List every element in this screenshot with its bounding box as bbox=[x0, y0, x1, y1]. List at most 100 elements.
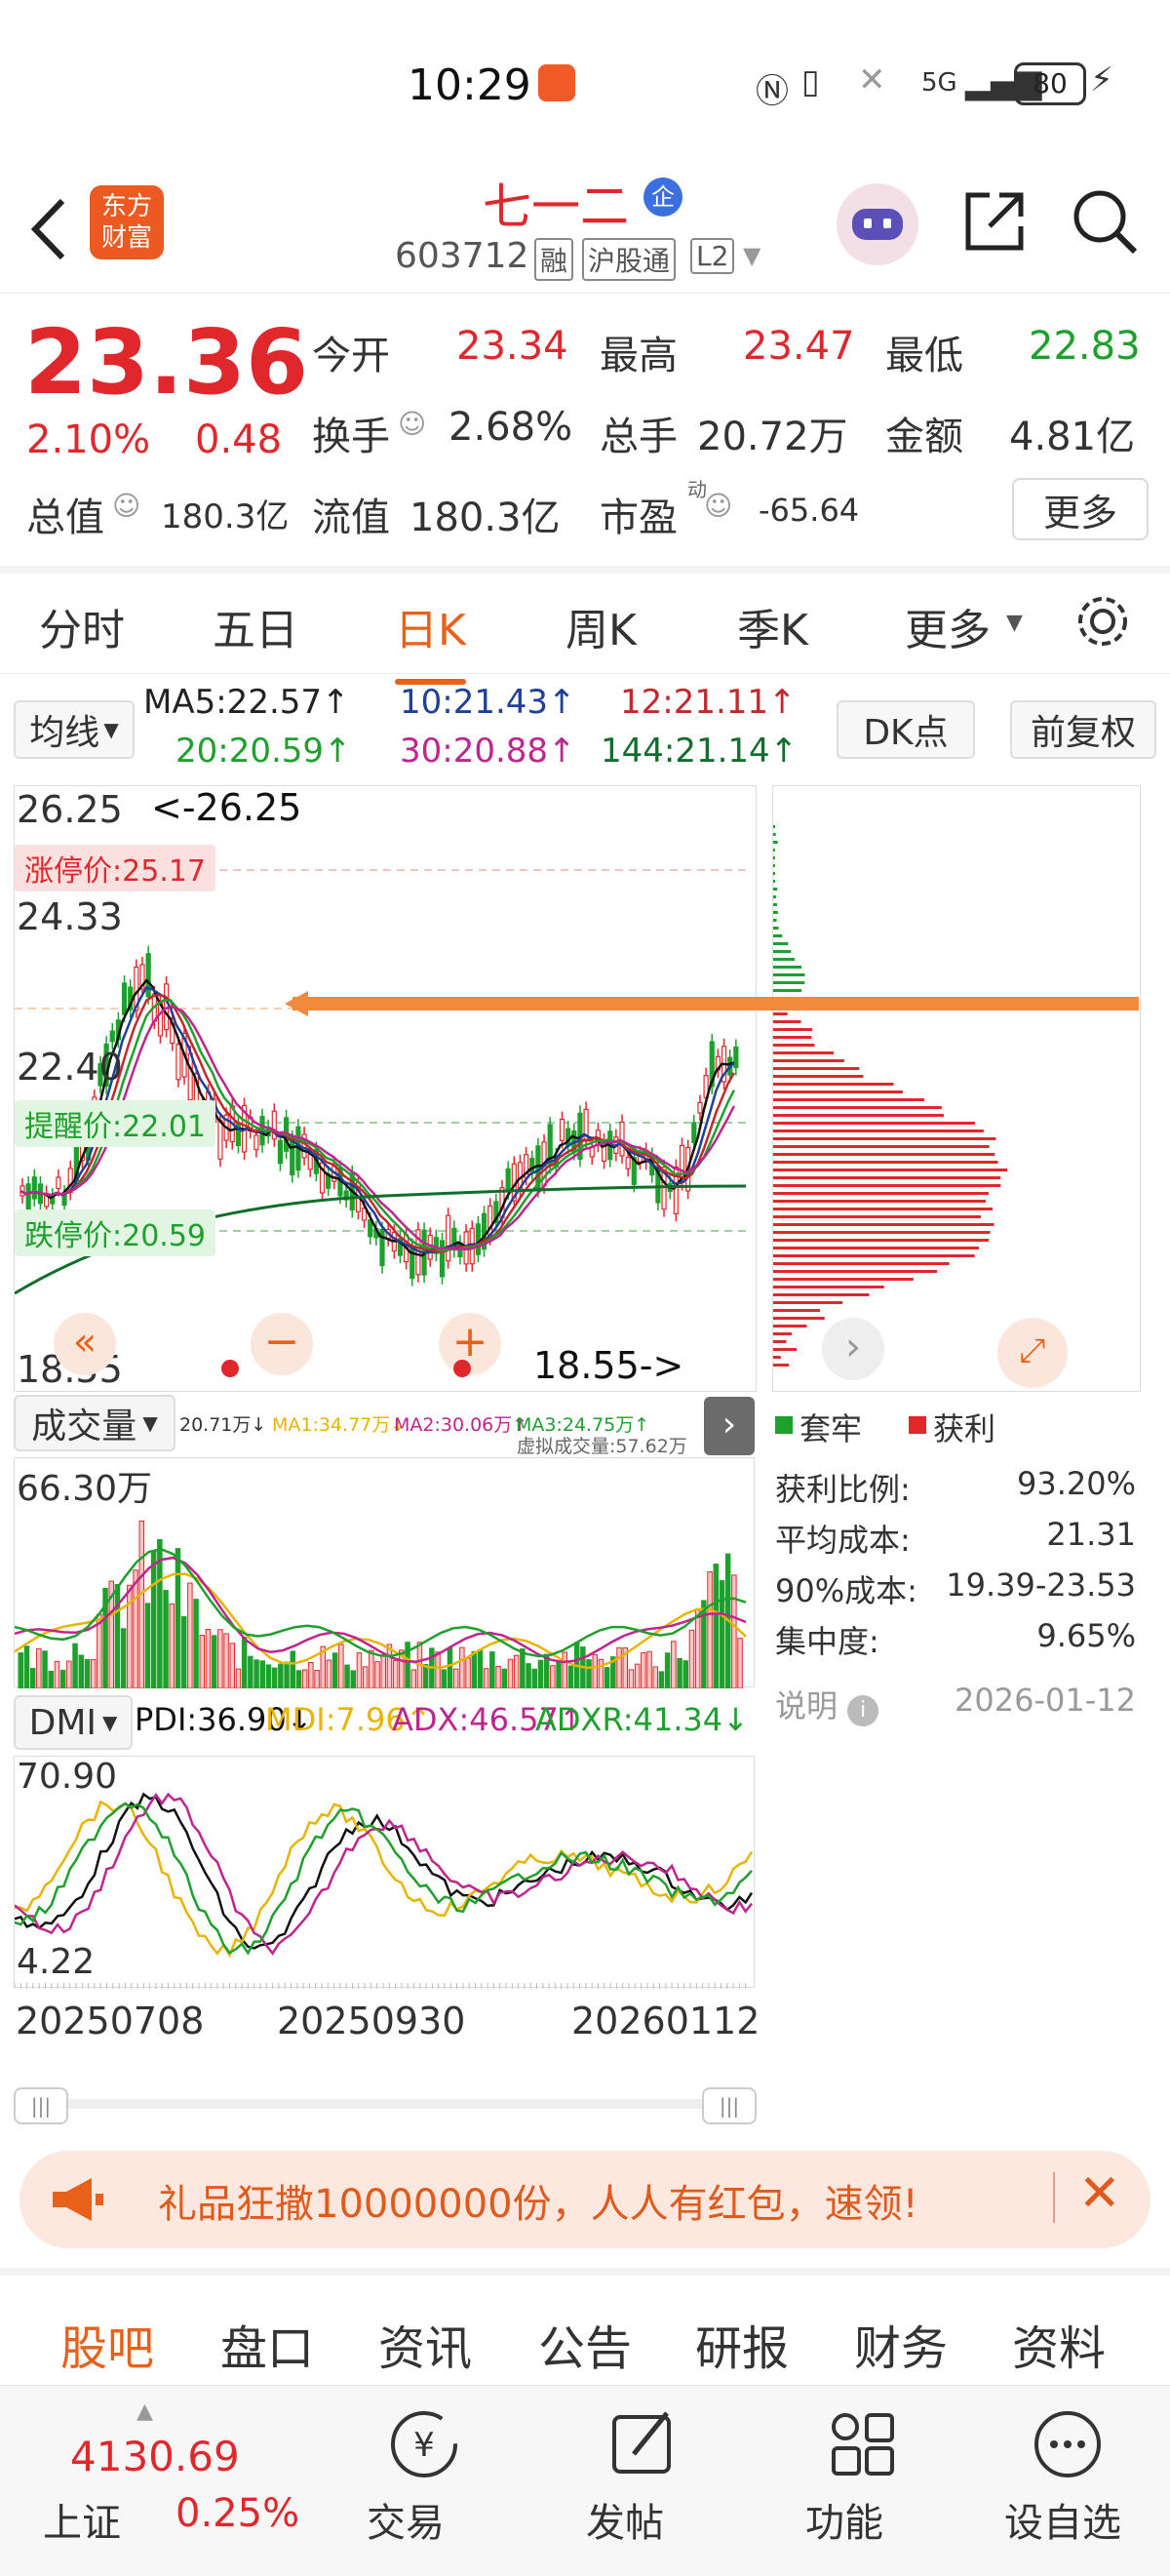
back-icon[interactable] bbox=[27, 195, 70, 263]
chip-bar bbox=[773, 1254, 975, 1257]
expand-icon[interactable]: ⤢ bbox=[997, 1318, 1068, 1388]
add-watchlist-button[interactable]: 设自选 bbox=[985, 2386, 1150, 2576]
chip-distribution[interactable]: › ⤢ bbox=[772, 785, 1141, 1392]
volume-bar bbox=[138, 1520, 144, 1688]
volume-chart[interactable]: 66.30万 bbox=[14, 1457, 755, 1688]
scroll-left-icon[interactable]: « bbox=[54, 1313, 116, 1375]
tab-forum[interactable]: 股吧 bbox=[60, 2310, 155, 2403]
chip-bar bbox=[773, 981, 805, 984]
change-percent: 2.10% bbox=[26, 417, 151, 462]
low-label: 最低 bbox=[885, 334, 963, 378]
chip-scroll-icon[interactable]: › bbox=[822, 1318, 884, 1380]
limit-down-label: 跌停价:20.59 bbox=[15, 1209, 215, 1256]
volume-bar bbox=[586, 1659, 592, 1688]
chip-note-row: 说明 i 2026-01-12 bbox=[775, 1682, 1136, 1726]
brand-logo[interactable]: 东方 财富 bbox=[90, 185, 164, 259]
volume-bar bbox=[641, 1652, 646, 1688]
chip-stat-label: 获利比例: bbox=[775, 1471, 911, 1508]
event-dot[interactable] bbox=[453, 1360, 471, 1377]
info-icon[interactable]: ☺ bbox=[112, 490, 140, 522]
tab-intraday[interactable]: 分时 bbox=[39, 595, 125, 657]
dmi-chart[interactable]: 70.90 4.22 bbox=[14, 1756, 755, 1989]
vibrate-icon: ▯ bbox=[801, 62, 820, 101]
turnover-label: 换手 bbox=[312, 415, 390, 459]
volume-bar bbox=[688, 1629, 695, 1688]
promo-banner[interactable]: 礼品狂撒10000000份，人人有红包，速领! ✕ bbox=[20, 2151, 1150, 2248]
close-icon[interactable]: ✕ bbox=[1078, 2164, 1121, 2223]
event-dot[interactable] bbox=[221, 1360, 239, 1377]
tab-research[interactable]: 研报 bbox=[695, 2310, 789, 2378]
dmi-selector[interactable]: DMI ▼ bbox=[14, 1695, 133, 1750]
info-icon[interactable]: i bbox=[847, 1695, 879, 1726]
chip-note-label: 说明 bbox=[775, 1687, 838, 1724]
tab-weekly-k[interactable]: 周K bbox=[566, 595, 637, 657]
chip-stat-label: 平均成本: bbox=[775, 1522, 911, 1559]
volume-bar bbox=[507, 1658, 514, 1688]
volume-bar bbox=[241, 1637, 248, 1688]
tab-order-book[interactable]: 盘口 bbox=[220, 2310, 314, 2378]
post-button[interactable]: 发帖 bbox=[570, 2386, 717, 2576]
volume-bar bbox=[592, 1653, 598, 1688]
dmi-panel: DMI ▼ PDI:36.90↓ MDI:7.96↑ ADX:46.57↑ AD… bbox=[14, 1695, 755, 1989]
range-handle-right[interactable]: ||| bbox=[702, 2087, 757, 2124]
range-handle-left[interactable]: ||| bbox=[14, 2087, 68, 2124]
info-icon[interactable]: ☺ bbox=[398, 408, 426, 440]
volume-panel: 成交量 ▼ 20.71万↓ MA1:34.77万↓ MA2:30.06万↑ MA… bbox=[14, 1395, 755, 1688]
chip-bar bbox=[773, 1114, 944, 1117]
settings-icon[interactable] bbox=[1072, 591, 1133, 652]
price-chart[interactable]: 26.25 <-26.25 涨停价:25.17 24.33 22.40 提醒价:… bbox=[14, 785, 757, 1392]
tab-news[interactable]: 资讯 bbox=[378, 2310, 472, 2378]
chip-stat-value: 93.20% bbox=[1016, 1465, 1136, 1502]
share-icon[interactable] bbox=[960, 187, 1029, 256]
chip-bar bbox=[773, 1075, 864, 1078]
chip-note[interactable]: 说明 i bbox=[775, 1682, 879, 1726]
trade-button[interactable]: ¥ 交易 bbox=[351, 2386, 497, 2576]
chip-bar bbox=[773, 1184, 1001, 1187]
tab-more[interactable]: 更多 bbox=[905, 595, 991, 657]
chip-bar bbox=[773, 1215, 982, 1218]
tab-daily-k[interactable]: 日K bbox=[395, 595, 466, 685]
tab-announcements[interactable]: 公告 bbox=[538, 2310, 632, 2378]
megaphone-icon bbox=[53, 2178, 103, 2221]
more-quote-button[interactable]: 更多 bbox=[1012, 478, 1149, 540]
volume-bar bbox=[664, 1652, 671, 1688]
chip-bar bbox=[773, 849, 775, 852]
cost-pointer-line bbox=[292, 997, 1139, 1011]
candle-body bbox=[25, 1183, 31, 1212]
assistant-avatar[interactable] bbox=[837, 183, 918, 265]
chip-bar bbox=[773, 1122, 975, 1125]
candle-body bbox=[277, 1139, 284, 1165]
range-scrollbar[interactable]: ||| ||| bbox=[14, 2085, 757, 2124]
chip-bar bbox=[773, 1223, 994, 1226]
zoom-out-icon[interactable]: − bbox=[251, 1313, 313, 1375]
volume-bar bbox=[459, 1646, 465, 1688]
clock: 10:29 bbox=[408, 60, 531, 110]
more-dropdown-icon: ▼ bbox=[1006, 611, 1023, 635]
expand-panel-icon[interactable]: › bbox=[704, 1397, 755, 1455]
volume-bar bbox=[187, 1582, 193, 1688]
volume-bar bbox=[42, 1650, 48, 1688]
volume-bar bbox=[120, 1628, 127, 1688]
volume-bar bbox=[284, 1661, 290, 1688]
chip-bar bbox=[773, 1364, 790, 1367]
volume-selector[interactable]: 成交量 ▼ bbox=[14, 1395, 176, 1451]
chip-bar bbox=[773, 1325, 807, 1328]
dk-point-button[interactable]: DK点 bbox=[837, 700, 975, 759]
chip-bar bbox=[773, 1270, 938, 1273]
volume-bar bbox=[719, 1580, 725, 1688]
index-ticker[interactable]: ▲ 4130.69 上证 0.25% bbox=[29, 2399, 312, 2561]
chip-bar bbox=[773, 942, 789, 945]
tab-profile[interactable]: 资料 bbox=[1012, 2310, 1106, 2378]
tab-quarterly-k[interactable]: 季K bbox=[737, 595, 808, 657]
chip-stat-row: 平均成本: 21.31 bbox=[775, 1516, 1136, 1561]
adjust-button[interactable]: 前复权 bbox=[1010, 700, 1156, 759]
function-button[interactable]: 功能 bbox=[790, 2386, 936, 2576]
tab-five-day[interactable]: 五日 bbox=[213, 595, 298, 657]
volume-bar bbox=[562, 1651, 567, 1688]
info-icon[interactable]: ☺ bbox=[704, 490, 732, 522]
volume-bar bbox=[447, 1646, 453, 1688]
dropdown-icon[interactable]: ▼ bbox=[743, 242, 760, 269]
ma-selector[interactable]: 均线 ▼ bbox=[14, 700, 135, 759]
tab-finance[interactable]: 财务 bbox=[854, 2310, 948, 2378]
search-icon[interactable] bbox=[1071, 187, 1141, 258]
